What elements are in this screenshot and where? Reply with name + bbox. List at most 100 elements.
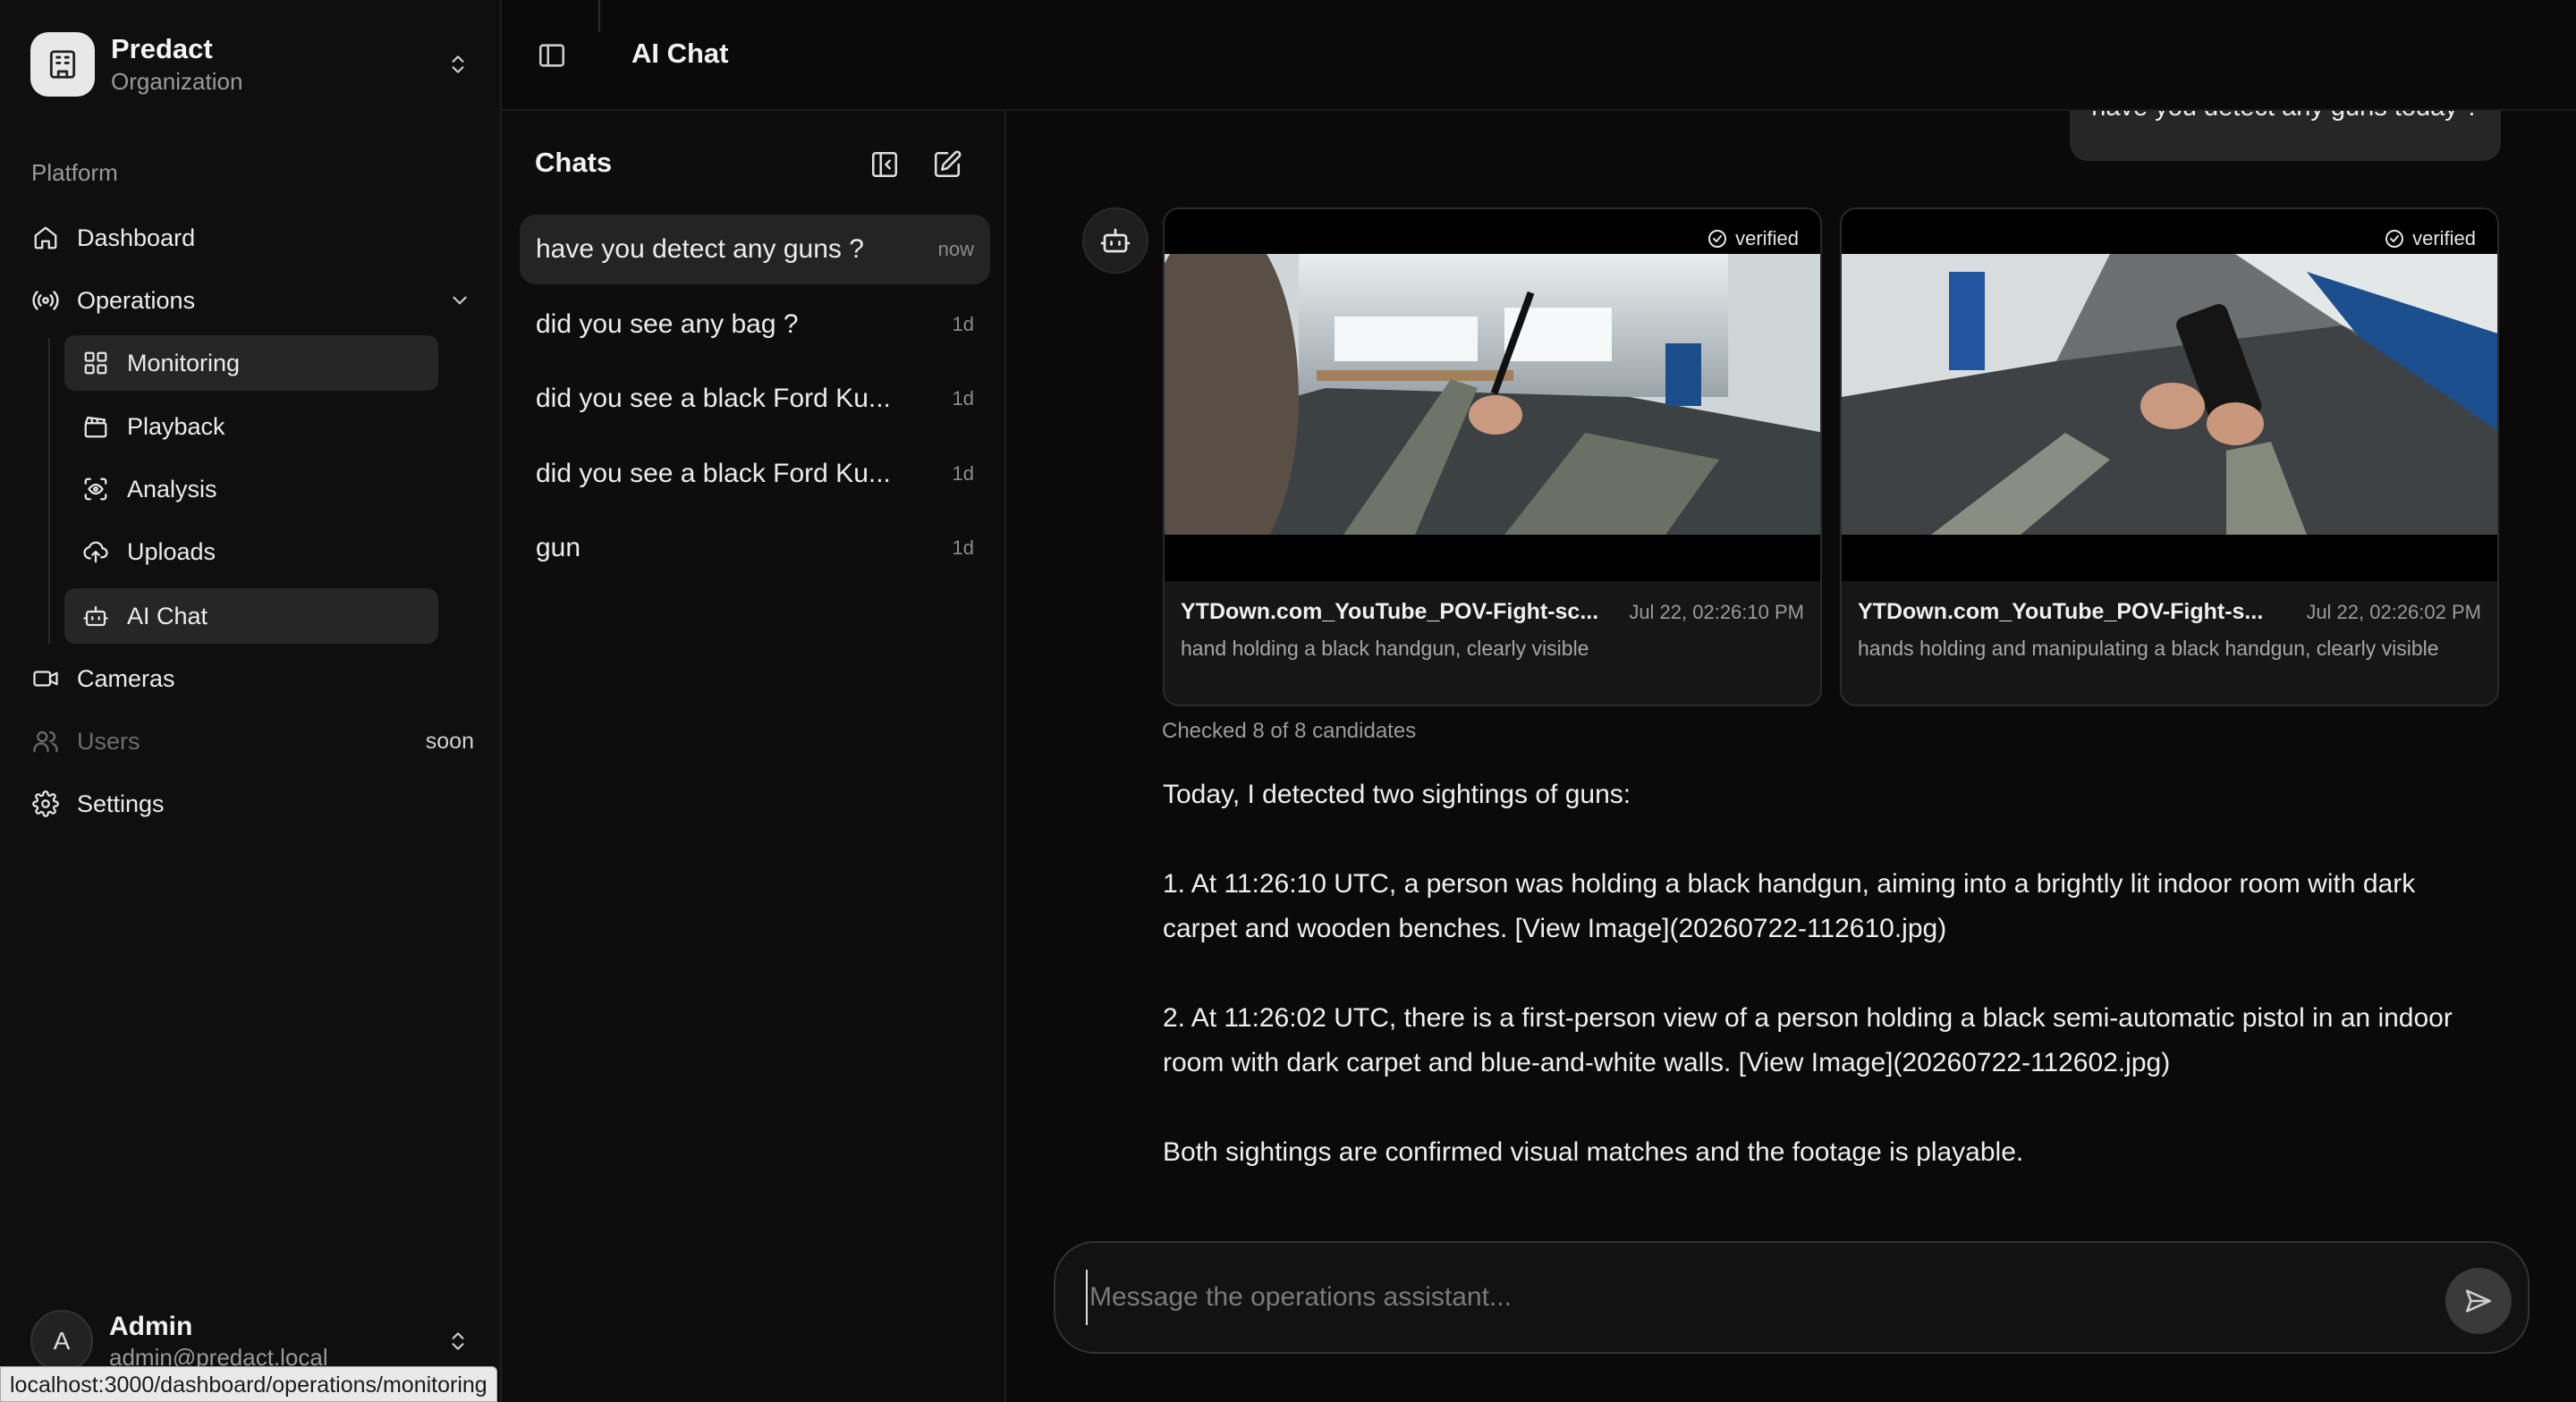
org-switcher[interactable]: Predact Organization (30, 30, 474, 98)
chat-time: 1d (952, 462, 974, 485)
sidebar-item-label: Playback (127, 412, 225, 440)
chat-title: have you detect any guns ? (536, 234, 864, 264)
sidebar-item-label: Analysis (127, 475, 217, 503)
answer-paragraph: 1. At 11:26:10 UTC, a person was holding… (1163, 869, 2416, 943)
chat-list-item[interactable]: gun 1d (520, 513, 990, 583)
sidebar-item-cameras[interactable]: Cameras (30, 651, 474, 706)
answer-paragraph: 2. At 11:26:02 UTC, there is a first-per… (1163, 1003, 2453, 1077)
org-subtitle: Organization (111, 68, 243, 95)
sidebar-item-operations[interactable]: Operations (30, 273, 474, 328)
page-title: AI Chat (631, 38, 729, 69)
chat-title: did you see any bag ? (536, 309, 799, 339)
send-button[interactable] (2445, 1268, 2512, 1334)
chat-list-item[interactable]: did you see a black Ford Ku... 1d (520, 364, 990, 434)
chat-time: now (937, 238, 974, 260)
message-input[interactable] (1086, 1270, 2410, 1325)
candidates-checked-text: Checked 8 of 8 candidates (1162, 719, 1417, 743)
video-thumbnail[interactable]: verified (1165, 209, 1820, 581)
chevron-down-icon (445, 286, 474, 315)
user-menu[interactable]: A Admin admin@predact.local (30, 1307, 474, 1375)
card-description: hand holding a black handgun, clearly vi… (1181, 637, 1589, 660)
sidebar-item-label: Settings (77, 790, 165, 817)
home-icon (30, 223, 61, 253)
card-description: hands holding and manipulating a black h… (1858, 637, 2439, 660)
user-message-bubble: have you detect any guns today ? (2070, 111, 2501, 161)
chat-time: 1d (952, 536, 974, 559)
sidebar-item-users: Users soon (30, 714, 474, 769)
chat-list-item[interactable]: did you see a black Ford Ku... 1d (520, 439, 990, 509)
assistant-message: Today, I detected two sightings of guns:… (1163, 773, 2478, 1220)
sidebar-item-label: Cameras (77, 664, 175, 692)
sidebar-item-monitoring[interactable]: Monitoring (64, 335, 438, 391)
detection-card[interactable]: verified YTDown.com_YouTube_POV-Fight-sc… (1163, 207, 1822, 706)
chat-list-item[interactable]: have you detect any guns ? now (520, 215, 990, 284)
bot-icon (1100, 228, 1131, 253)
sidebar-item-label: Uploads (127, 537, 216, 565)
panel-left-icon (538, 44, 565, 67)
chat-title: did you see a black Ford Ku... (536, 384, 891, 413)
sidebar-item-label: Monitoring (127, 349, 241, 376)
sidebar-item-dashboard[interactable]: Dashboard (30, 210, 474, 266)
chat-title: did you see a black Ford Ku... (536, 459, 891, 488)
avatar: A (30, 1310, 93, 1372)
cloud-upload-icon (80, 536, 111, 567)
check-circle-icon (1708, 230, 1727, 248)
answer-paragraph: Today, I detected two sightings of guns: (1163, 780, 1631, 809)
verified-badge: verified (2384, 227, 2476, 250)
soon-badge: soon (425, 728, 474, 754)
top-header: AI Chat (502, 0, 2576, 111)
card-filename: YTDown.com_YouTube_POV-Fight-sc... (1181, 599, 1599, 624)
grid-icon (80, 348, 111, 378)
collapse-chats-button[interactable] (865, 145, 904, 184)
submenu-guide-line (48, 338, 50, 644)
gear-icon (30, 789, 61, 819)
verified-label: verified (2412, 227, 2476, 249)
frame-image (1842, 254, 2497, 535)
chat-time: 1d (952, 387, 974, 410)
users-icon (30, 726, 61, 756)
chat-time: 1d (952, 313, 974, 335)
message-composer (1054, 1241, 2529, 1354)
section-label-platform: Platform (31, 159, 118, 186)
assistant-avatar (1082, 207, 1148, 274)
card-filename: YTDown.com_YouTube_POV-Fight-s... (1858, 599, 2264, 624)
chats-title: Chats (535, 147, 613, 178)
video-thumbnail[interactable]: verified (1842, 209, 2497, 581)
chevrons-up-down-icon (442, 1325, 474, 1357)
sidebar-item-label: Users (77, 727, 140, 755)
browser-status-url: localhost:3000/dashboard/operations/moni… (0, 1366, 497, 1402)
sidebar-item-analysis[interactable]: Analysis (64, 461, 438, 517)
check-circle-icon (2385, 230, 2404, 248)
card-timestamp: Jul 22, 02:26:02 PM (2306, 601, 2481, 623)
user-name: Admin (109, 1312, 193, 1341)
chats-panel: Chats have you detect any guns ? now did… (502, 111, 1006, 1402)
send-icon (2465, 1289, 2492, 1313)
bot-icon (80, 601, 111, 631)
detection-card[interactable]: verified YTDown.com_YouTube_POV-Fight-s.… (1840, 207, 2499, 706)
sidebar-toggle-button[interactable] (534, 38, 570, 73)
sidebar-item-label: AI Chat (127, 602, 208, 629)
video-camera-icon (30, 663, 61, 694)
building-icon (30, 32, 95, 97)
sidebar-item-uploads[interactable]: Uploads (64, 524, 438, 579)
chevrons-up-down-icon (442, 48, 474, 80)
sidebar: Predact Organization Platform Dashboard … (0, 0, 502, 1402)
sidebar-item-settings[interactable]: Settings (30, 776, 474, 832)
chat-list-item[interactable]: did you see any bag ? 1d (520, 290, 990, 359)
card-timestamp: Jul 22, 02:26:10 PM (1629, 601, 1804, 623)
sidebar-item-playback[interactable]: Playback (64, 399, 438, 454)
edit-square-icon (934, 150, 962, 178)
header-divider (598, 0, 600, 32)
org-name: Predact (111, 33, 213, 64)
chat-title: gun (536, 533, 581, 562)
verified-badge: verified (1707, 227, 1799, 250)
scan-eye-icon (80, 474, 111, 504)
chat-main: have you detect any guns today ? verifie… (1008, 111, 2576, 1402)
sidebar-item-label: Dashboard (77, 224, 196, 251)
frame-image (1165, 254, 1820, 535)
verified-label: verified (1735, 227, 1799, 249)
clapperboard-icon (80, 411, 111, 442)
new-chat-button[interactable] (928, 145, 967, 184)
sidebar-item-ai-chat[interactable]: AI Chat (64, 588, 438, 644)
sidebar-item-label: Operations (77, 286, 196, 314)
